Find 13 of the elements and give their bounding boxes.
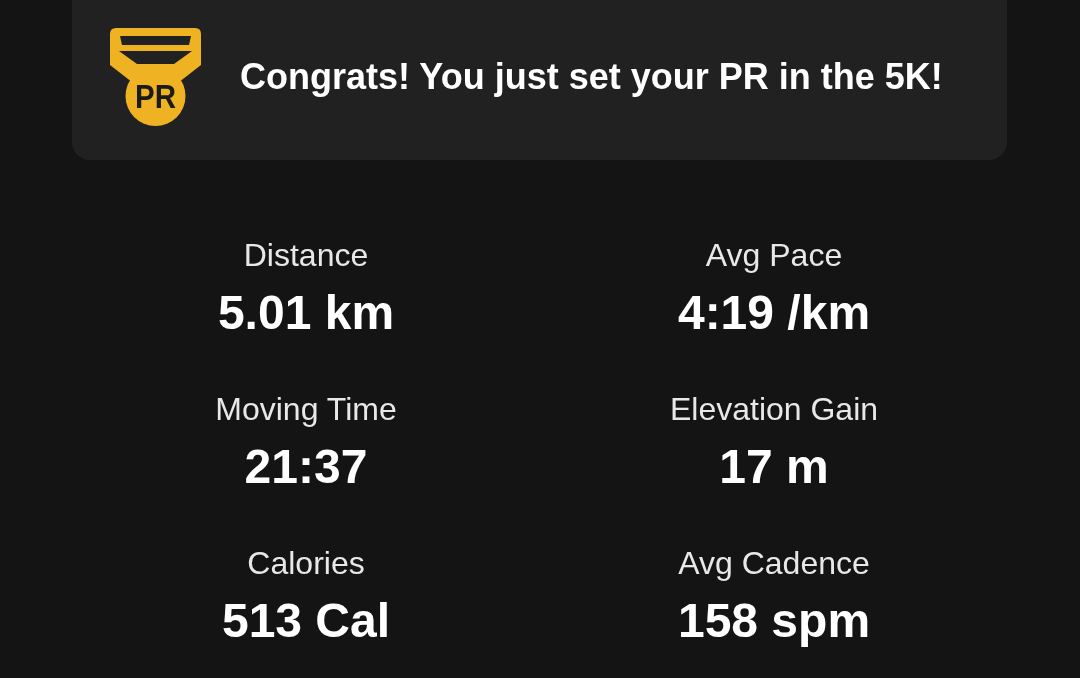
stat-value: 17 m <box>719 441 829 493</box>
stat-label: Moving Time <box>215 392 397 426</box>
stat-value: 158 spm <box>677 595 871 647</box>
banner-message: Congrats! You just set your PR in the 5K! <box>240 54 943 99</box>
stat-value: 4:19 /km <box>677 287 871 339</box>
stat-label: Calories <box>247 546 365 580</box>
stat-label: Avg Pace <box>705 238 843 272</box>
stat-value: 5.01 km <box>217 287 395 339</box>
stat-value: 21:37 <box>244 441 368 493</box>
stat-label: Avg Cadence <box>678 546 870 580</box>
stat-label: Elevation Gain <box>669 392 879 426</box>
stat-label: Distance <box>243 238 369 272</box>
stat-value: 513 Cal <box>221 595 391 647</box>
